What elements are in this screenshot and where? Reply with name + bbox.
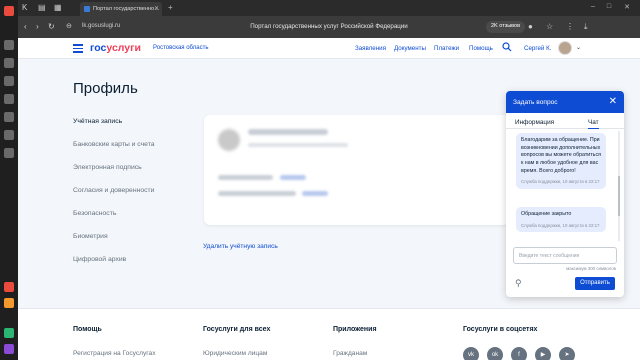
history-icon[interactable] bbox=[4, 40, 14, 50]
menu-consents[interactable]: Согласия и доверенности bbox=[73, 187, 155, 210]
close-icon[interactable]: ✕ bbox=[609, 96, 617, 107]
support-chat-widget: Задать вопрос ✕ Информация Чат Благодари… bbox=[506, 91, 624, 297]
sidebar-app-icon[interactable] bbox=[4, 282, 14, 292]
notes-icon[interactable] bbox=[4, 112, 14, 122]
download-icon[interactable]: ⤓ bbox=[584, 22, 588, 32]
menu-bank-cards[interactable]: Банковские карты и счета bbox=[73, 141, 155, 164]
nav-payments[interactable]: Платежи bbox=[434, 45, 459, 52]
footer-link[interactable]: Регистрация на Госуслугах bbox=[73, 350, 156, 357]
footer-heading: Приложения bbox=[333, 326, 377, 333]
menu-e-signature[interactable]: Электронная подпись bbox=[73, 164, 155, 187]
moon-icon[interactable] bbox=[4, 130, 14, 140]
message-meta: Служба поддержки, 10 августа в 22:17 bbox=[521, 179, 600, 185]
blurred-edit-link[interactable] bbox=[302, 191, 328, 196]
address-bar: ‹ › ↻ ⊖ lk.gosuslugi.ru Портал государст… bbox=[18, 16, 640, 38]
tab-chat[interactable]: Чат bbox=[588, 119, 599, 129]
tab-bar: K ▤ ▦ Портал государственно… ✕ + – □ ✕ bbox=[18, 0, 640, 16]
menu-biometrics[interactable]: Биометрия bbox=[73, 233, 155, 256]
logo-part-1: гос bbox=[90, 42, 107, 54]
blurred-phone bbox=[218, 175, 273, 180]
extension-icon[interactable]: ● bbox=[528, 22, 533, 31]
send-button[interactable]: Отправить bbox=[575, 277, 615, 290]
active-tab[interactable]: Портал государственно… ✕ bbox=[80, 2, 162, 16]
play-icon[interactable] bbox=[4, 94, 14, 104]
avatar[interactable] bbox=[558, 41, 572, 55]
blurred-email bbox=[218, 191, 296, 196]
youtube-icon[interactable]: ▶ bbox=[535, 347, 551, 360]
footer-link[interactable]: Гражданам bbox=[333, 350, 367, 357]
message-text: Обращение закрыто bbox=[521, 211, 572, 217]
chevron-down-icon[interactable]: ⌄ bbox=[576, 44, 581, 51]
menu-icon[interactable]: ⋮ bbox=[566, 22, 574, 31]
message-text: Благодарим за обращение. При возникновен… bbox=[521, 137, 601, 174]
blurred-detail bbox=[248, 143, 348, 147]
footer-link[interactable]: Юридическим лицам bbox=[203, 350, 267, 357]
tab-information[interactable]: Информация bbox=[515, 119, 554, 126]
site-footer: Помощь Регистрация на Госуслугах Госуслу… bbox=[18, 308, 640, 360]
hamburger-icon[interactable] bbox=[73, 44, 83, 53]
vk-icon[interactable]: vk bbox=[463, 347, 479, 360]
bookmark-icon[interactable]: ☆ bbox=[546, 22, 553, 31]
account-card bbox=[204, 115, 509, 225]
paperclip-icon[interactable]: ⚲ bbox=[515, 278, 522, 289]
chat-scrollbar[interactable] bbox=[618, 131, 620, 241]
region-selector[interactable]: Ростовская область bbox=[153, 45, 208, 51]
blurred-name bbox=[248, 129, 328, 135]
footer-heading: Госуслуги в соцсетях bbox=[463, 326, 538, 333]
delete-account-link[interactable]: Удалить учётную запись bbox=[203, 243, 278, 250]
apps-icon[interactable] bbox=[4, 148, 14, 158]
chat-message: Обращение закрыто Служба поддержки, 10 а… bbox=[516, 207, 606, 233]
footer-heading: Помощь bbox=[73, 326, 102, 333]
gosuslugi-logo[interactable]: госуслуги bbox=[90, 42, 141, 54]
chat-title: Задать вопрос bbox=[513, 99, 558, 106]
nav-documents[interactable]: Документы bbox=[394, 45, 426, 52]
tab-title: Портал государственно… bbox=[93, 6, 160, 12]
menu-account[interactable]: Учётная запись bbox=[73, 118, 155, 141]
browser-logo-icon[interactable] bbox=[4, 6, 14, 16]
grid-icon[interactable]: ▦ bbox=[54, 3, 62, 12]
footer-heading: Госуслуги для всех bbox=[203, 326, 271, 333]
user-name[interactable]: Сергей К. bbox=[524, 45, 551, 52]
ok-icon[interactable]: ok bbox=[487, 347, 503, 360]
page-title: Профиль bbox=[73, 80, 138, 97]
k-logo-icon[interactable]: K bbox=[22, 3, 27, 12]
browser-sidebar bbox=[0, 0, 18, 360]
logo-part-2: услуги bbox=[106, 42, 141, 54]
message-input[interactable]: Введите текст сообщения bbox=[513, 247, 617, 264]
sidebar-app-icon[interactable] bbox=[4, 344, 14, 354]
blurred-avatar bbox=[218, 129, 240, 151]
sidebar-app-icon[interactable] bbox=[4, 298, 14, 308]
tabs-icon[interactable]: ▤ bbox=[38, 3, 46, 12]
maximize-icon[interactable]: □ bbox=[604, 3, 614, 12]
minimize-icon[interactable]: – bbox=[588, 3, 598, 12]
nav-help[interactable]: Помощь bbox=[469, 45, 493, 52]
nav-applications[interactable]: Заявления bbox=[355, 45, 386, 52]
close-icon[interactable]: ✕ bbox=[154, 5, 159, 12]
chat-header: Задать вопрос ✕ bbox=[506, 91, 624, 113]
close-window-icon[interactable]: ✕ bbox=[622, 3, 632, 12]
char-limit: максимум 300 символов bbox=[566, 266, 616, 271]
fb-icon[interactable]: f bbox=[511, 347, 527, 360]
blurred-edit-link[interactable] bbox=[280, 175, 306, 180]
message-meta: Служба поддержки, 10 августа в 22:17 bbox=[521, 222, 600, 228]
menu-security[interactable]: Безопасность bbox=[73, 210, 155, 233]
search-icon[interactable] bbox=[502, 42, 512, 52]
sidebar-app-icon[interactable] bbox=[4, 328, 14, 338]
site-header: госуслуги Ростовская область Заявления Д… bbox=[18, 38, 640, 59]
new-tab-icon[interactable]: + bbox=[168, 3, 173, 12]
bookmarks-icon[interactable] bbox=[4, 58, 14, 68]
telegram-icon[interactable]: ➤ bbox=[559, 347, 575, 360]
chat-tabs: Информация Чат bbox=[506, 113, 624, 129]
gosuslugi-favicon-icon bbox=[84, 6, 90, 12]
chat-message: Благодарим за обращение. При возникновен… bbox=[516, 133, 606, 190]
downloads-icon[interactable] bbox=[4, 76, 14, 86]
profile-menu: Учётная запись Банковские карты и счета … bbox=[73, 118, 155, 279]
menu-digital-archive[interactable]: Цифровой архив bbox=[73, 256, 155, 279]
reviews-badge[interactable]: 2K отзывов bbox=[486, 21, 526, 33]
